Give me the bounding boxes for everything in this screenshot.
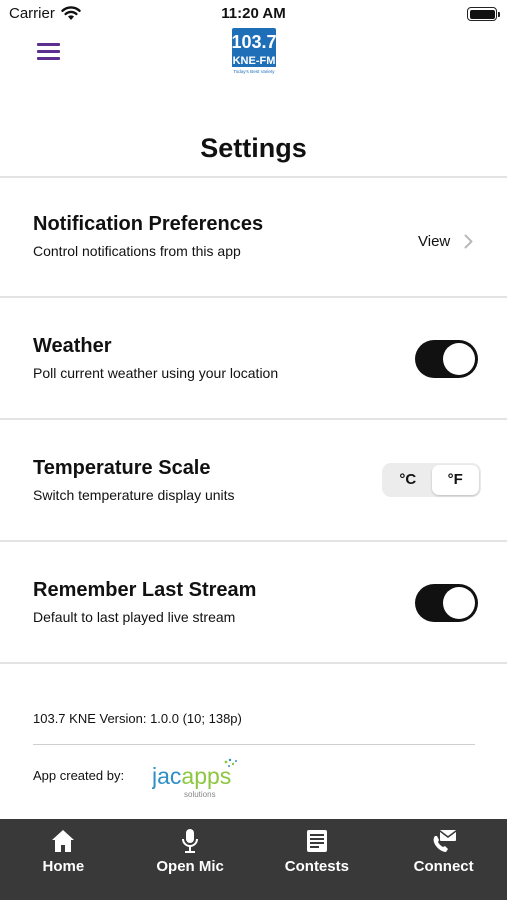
microphone-icon (182, 829, 199, 853)
jacapps-brand-jac: jac (152, 763, 181, 789)
tab-label: Open Mic (156, 858, 224, 875)
status-bar: Carrier 11:20 AM (0, 0, 507, 28)
tab-bar: Home Open Mic Contests Connect (0, 819, 507, 900)
remember-last-stream-row: Remember Last Stream Default to last pla… (0, 542, 507, 660)
divider (33, 744, 475, 745)
logo-frequency: 103.7 (231, 32, 276, 52)
jacapps-sub: solutions (184, 790, 216, 799)
version-label: 103.7 KNE Version: 1.0.0 (10; 138p) (33, 711, 242, 726)
tab-home[interactable]: Home (0, 819, 127, 900)
remember-last-stream-title: Remember Last Stream (33, 579, 257, 601)
tab-open-mic[interactable]: Open Mic (127, 819, 254, 900)
svg-text:jacapps: jacapps (152, 763, 231, 789)
temperature-scale-title: Temperature Scale (33, 457, 211, 479)
divider (0, 662, 507, 664)
view-label: View (418, 233, 451, 250)
notification-preferences-title: Notification Preferences (33, 213, 264, 235)
tab-label: Home (42, 858, 85, 875)
page-title: Settings (200, 133, 307, 163)
contact-icon (433, 830, 457, 852)
notification-preferences-row[interactable]: Notification Preferences Control notific… (0, 178, 507, 296)
logo-tagline: Today's Best Variety (233, 69, 275, 74)
remember-last-stream-toggle[interactable] (415, 584, 478, 622)
tab-label: Contests (284, 858, 349, 875)
toggle-knob (443, 343, 475, 375)
toggle-knob (443, 587, 475, 619)
jacapps-brand-apps: apps (181, 763, 231, 789)
notification-preferences-subtitle: Control notifications from this app (33, 243, 241, 259)
credit-label: App created by: (33, 768, 125, 783)
jacapps-logo[interactable]: jacapps solutions (151, 756, 242, 802)
battery-icon (467, 7, 500, 21)
temperature-scale-subtitle: Switch temperature display units (33, 487, 235, 503)
tab-contests[interactable]: Contests (254, 819, 381, 900)
home-icon (52, 830, 75, 852)
celsius-option[interactable]: °C (384, 465, 432, 495)
station-logo: 103.7 KNE-FM Today's Best Variety (229, 28, 279, 76)
remember-last-stream-subtitle: Default to last played live stream (33, 609, 236, 625)
view-notifications-link[interactable]: View (418, 233, 473, 250)
nav-bar: 103.7 KNE-FM Today's Best Variety (0, 28, 507, 78)
hamburger-menu-icon[interactable] (37, 40, 61, 60)
temperature-scale-row: Temperature Scale Switch temperature dis… (0, 420, 507, 538)
weather-title: Weather (33, 335, 112, 357)
temperature-unit-segmented-control: °C °F (382, 463, 481, 497)
chevron-right-icon (464, 234, 473, 249)
weather-toggle[interactable] (415, 340, 478, 378)
logo-callsign: KNE-FM (233, 55, 276, 67)
fahrenheit-option[interactable]: °F (431, 465, 479, 495)
tab-connect[interactable]: Connect (380, 819, 507, 900)
weather-row: Weather Poll current weather using your … (0, 298, 507, 416)
weather-subtitle: Poll current weather using your location (33, 365, 279, 381)
newspaper-icon (306, 830, 327, 852)
tab-label: Connect (413, 858, 474, 875)
status-time: 11:20 AM (221, 5, 286, 22)
